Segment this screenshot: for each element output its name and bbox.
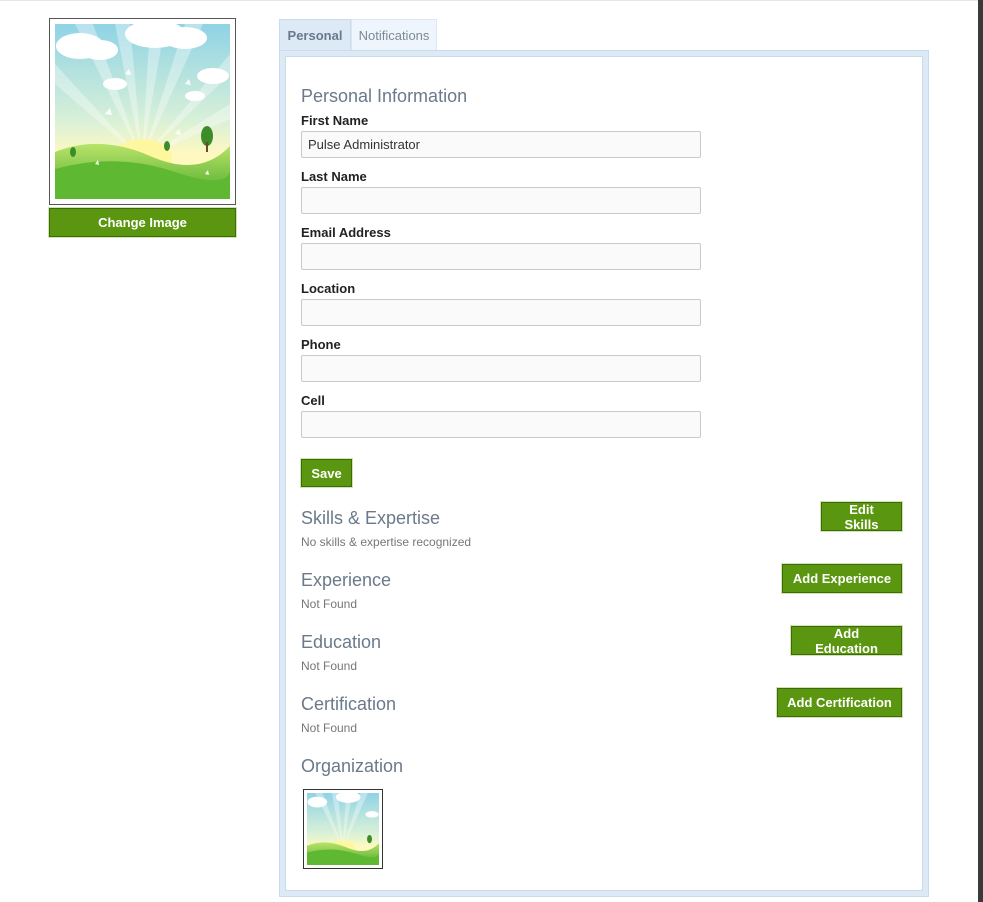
- experience-heading: Experience: [301, 570, 392, 590]
- top-divider: [0, 0, 978, 1]
- certification-status-text: Not Found: [301, 721, 358, 735]
- cell-input[interactable]: [301, 411, 701, 438]
- first-name-input[interactable]: [301, 131, 701, 158]
- window-edge: [978, 0, 983, 902]
- email-address-label: Email Address: [301, 225, 391, 240]
- phone-label: Phone: [301, 337, 341, 352]
- last-name-label: Last Name: [301, 169, 367, 184]
- personal-information-heading: Personal Information: [301, 86, 468, 106]
- certification-heading: Certification: [301, 694, 397, 714]
- experience-status-text: Not Found: [301, 597, 358, 611]
- skills-status-text: No skills & expertise recognized: [301, 535, 472, 549]
- add-education-button[interactable]: Add Education: [790, 625, 903, 656]
- tab-personal[interactable]: Personal: [279, 19, 351, 51]
- organization-logo[interactable]: [303, 789, 383, 869]
- education-heading: Education: [301, 632, 382, 652]
- landscape-image-icon: [55, 24, 230, 199]
- tab-notifications[interactable]: Notifications: [351, 19, 437, 51]
- edit-skills-button[interactable]: Edit Skills: [820, 501, 903, 532]
- organization-landscape-icon: [307, 791, 380, 865]
- location-input[interactable]: [301, 299, 701, 326]
- last-name-input[interactable]: [301, 187, 701, 214]
- add-certification-button[interactable]: Add Certification: [776, 687, 903, 718]
- change-image-button[interactable]: Change Image: [48, 207, 237, 238]
- skills-heading: Skills & Expertise: [301, 508, 441, 528]
- education-status-text: Not Found: [301, 659, 358, 673]
- save-button[interactable]: Save: [300, 458, 353, 488]
- profile-avatar: [49, 18, 236, 205]
- cell-label: Cell: [301, 393, 325, 408]
- organization-heading: Organization: [301, 756, 404, 776]
- add-experience-button[interactable]: Add Experience: [781, 563, 903, 594]
- first-name-label: First Name: [301, 113, 369, 128]
- location-label: Location: [301, 281, 356, 296]
- email-address-input[interactable]: [301, 243, 701, 270]
- phone-input[interactable]: [301, 355, 701, 382]
